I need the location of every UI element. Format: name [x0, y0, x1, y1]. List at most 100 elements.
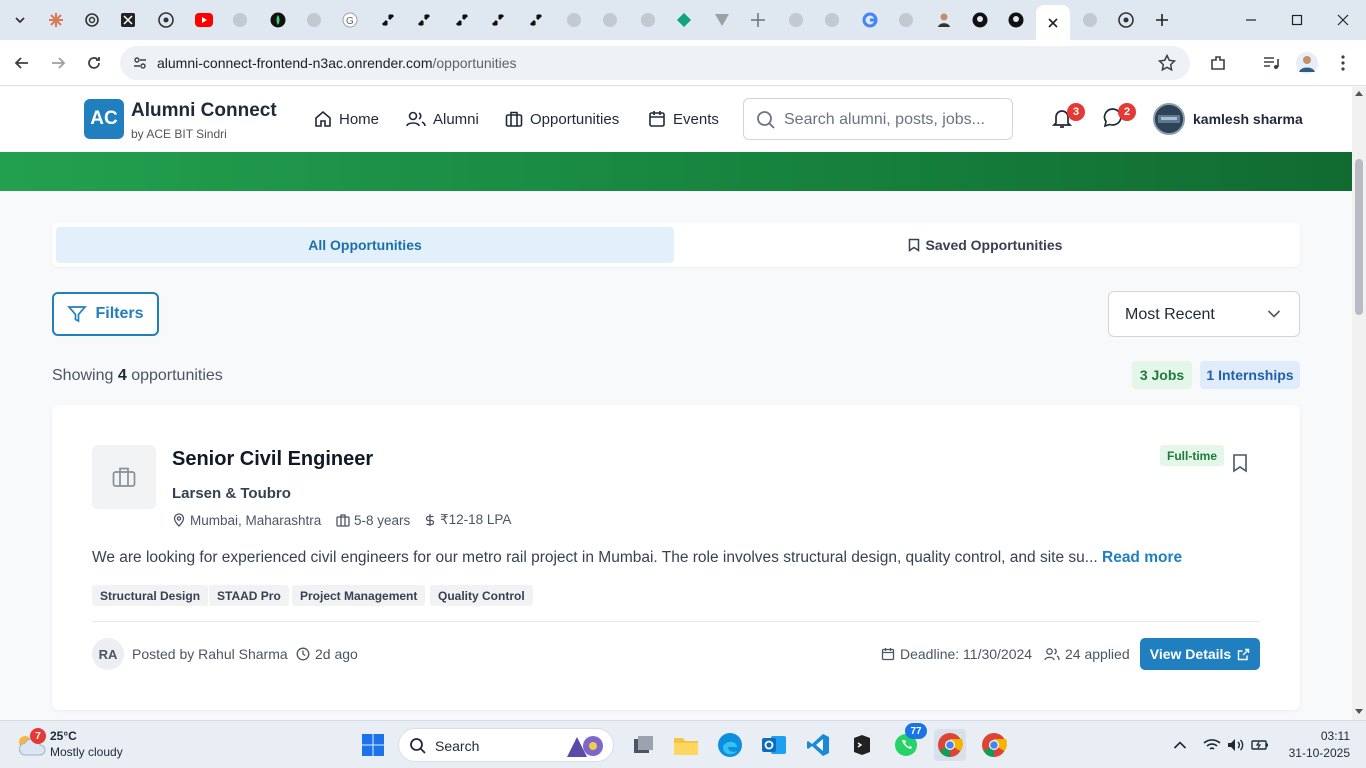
weather-widget[interactable]: 7 25°C Mostly cloudy	[14, 727, 154, 763]
taskbar-whatsapp[interactable]: 77	[890, 723, 927, 761]
tab-leaf-icon[interactable]	[260, 8, 296, 32]
tab-all-opportunities[interactable]: All Opportunities	[56, 227, 674, 263]
taskbar-chrome-profile[interactable]	[978, 729, 1010, 761]
tab-claude-icon[interactable]	[38, 8, 74, 32]
task-view-button[interactable]	[628, 729, 660, 761]
scroll-thumb[interactable]	[1355, 159, 1363, 315]
new-tab-icon[interactable]	[1144, 8, 1180, 32]
showing-prefix: Showing	[52, 367, 114, 384]
tab-saved-opportunities[interactable]: Saved Opportunities	[674, 227, 1296, 263]
save-job-button[interactable]	[1232, 453, 1252, 473]
forward-icon[interactable]	[45, 50, 71, 76]
taskbar-terminal[interactable]	[846, 729, 878, 761]
bookmark-star-icon[interactable]	[1158, 54, 1176, 72]
messages-button[interactable]: 2	[1102, 103, 1136, 133]
media-control-icon[interactable]	[1258, 50, 1284, 76]
job-title[interactable]: Senior Civil Engineer	[172, 448, 373, 471]
tab-globe-icon[interactable]	[630, 8, 666, 32]
close-window-icon[interactable]	[1320, 0, 1366, 40]
back-icon[interactable]	[9, 50, 35, 76]
close-tab-icon[interactable]	[1048, 17, 1058, 28]
results-number: 4	[117, 367, 127, 384]
nav-home-label: Home	[339, 110, 380, 128]
view-details-button[interactable]: View Details	[1140, 638, 1260, 670]
system-time[interactable]: 03:11	[1300, 729, 1350, 743]
taskbar-chrome-active[interactable]	[934, 729, 966, 761]
battery-button[interactable]	[1244, 729, 1276, 761]
tab-globe-icon[interactable]	[1072, 8, 1108, 32]
tab-x-icon[interactable]	[110, 8, 146, 32]
tab-link-icon[interactable]	[406, 8, 442, 32]
tab-link-icon[interactable]	[480, 8, 516, 32]
tab-diamond-icon[interactable]	[666, 8, 702, 32]
user-name[interactable]: kamlesh sharma	[1193, 111, 1303, 127]
taskbar-edge[interactable]	[714, 729, 746, 761]
nav-events[interactable]: Events	[648, 107, 719, 131]
search-icon	[756, 110, 776, 130]
tab-globe-icon[interactable]	[778, 8, 814, 32]
scroll-up-icon[interactable]	[1354, 89, 1364, 97]
system-date[interactable]: 31-10-2025	[1280, 746, 1350, 760]
nav-home[interactable]: Home	[314, 107, 379, 131]
address-bar[interactable]: alumni-connect-frontend-n3ac.onrender.co…	[120, 46, 1190, 80]
taskbar-outlook[interactable]	[758, 729, 790, 761]
start-button[interactable]	[357, 729, 389, 761]
battery-icon	[1251, 738, 1269, 752]
tab-google-icon[interactable]: G	[332, 8, 368, 32]
tab-avatar-icon[interactable]	[926, 8, 962, 32]
extensions-icon[interactable]	[1205, 50, 1231, 76]
taskbar-vscode[interactable]	[802, 729, 834, 761]
browser-menu-icon[interactable]	[1330, 50, 1356, 76]
tab-globe-icon[interactable]	[814, 8, 850, 32]
tab-youtube-icon[interactable]	[186, 8, 222, 32]
scroll-down-icon[interactable]	[1354, 708, 1364, 716]
reload-icon[interactable]	[81, 50, 107, 76]
avatar[interactable]	[1153, 103, 1185, 135]
taskbar-search[interactable]: Search	[398, 728, 614, 762]
showing-suffix: opportunities	[131, 367, 223, 384]
tab-globe-icon[interactable]	[556, 8, 592, 32]
task-view-icon	[633, 735, 655, 755]
app-logo[interactable]: AC	[84, 99, 124, 139]
tray-overflow-button[interactable]	[1164, 729, 1196, 761]
filters-button[interactable]: Filters	[52, 292, 159, 336]
maximize-icon[interactable]	[1274, 0, 1320, 40]
search-highlight-icon	[563, 733, 609, 759]
calendar-icon	[648, 110, 666, 128]
tab-link-icon[interactable]	[444, 8, 480, 32]
minimize-icon[interactable]	[1228, 0, 1274, 40]
tab-chromium-icon[interactable]	[1108, 8, 1144, 32]
sort-select[interactable]: Most Recent	[1108, 291, 1300, 337]
tab-vercel-icon[interactable]	[704, 8, 740, 32]
tab-github-icon[interactable]	[998, 8, 1034, 32]
nav-opportunities[interactable]: Opportunities	[505, 107, 619, 131]
tab-globe-icon[interactable]	[888, 8, 924, 32]
tab-chromium-icon[interactable]	[148, 8, 184, 32]
tab-search-dropdown-icon[interactable]	[2, 8, 38, 32]
read-more-link[interactable]: Read more	[1102, 549, 1182, 566]
site-info-icon[interactable]	[132, 55, 148, 71]
tab-link-icon[interactable]	[518, 8, 554, 32]
tab-link-icon[interactable]	[370, 8, 406, 32]
search-input[interactable]: Search alumni, posts, jobs...	[743, 98, 1013, 140]
tab-globe-icon[interactable]	[296, 8, 332, 32]
nav-alumni[interactable]: Alumni	[406, 107, 479, 131]
tab-sparkle-icon[interactable]	[740, 8, 776, 32]
windows-logo-icon	[361, 733, 385, 757]
job-card[interactable]: Senior Civil Engineer Larsen & Toubro Mu…	[52, 405, 1300, 710]
taskbar-file-explorer[interactable]	[670, 729, 702, 761]
tab-google-icon[interactable]	[852, 8, 888, 32]
tab-chatgpt-icon[interactable]	[74, 8, 110, 32]
nav-events-label: Events	[673, 110, 719, 128]
job-salary-text: ₹12-18 LPA	[440, 512, 512, 527]
dollar-icon	[424, 513, 436, 527]
brand-title[interactable]: Alumni Connect	[131, 100, 277, 122]
notifications-button[interactable]: 3	[1051, 103, 1085, 133]
page-scrollbar[interactable]	[1352, 87, 1366, 720]
tab-globe-icon[interactable]	[222, 8, 258, 32]
tab-github-icon[interactable]	[962, 8, 998, 32]
tab-globe-icon[interactable]	[592, 8, 628, 32]
browser-tab-strip: G	[0, 0, 1366, 40]
active-tab[interactable]	[1036, 5, 1070, 40]
profile-avatar-icon[interactable]	[1294, 50, 1320, 76]
